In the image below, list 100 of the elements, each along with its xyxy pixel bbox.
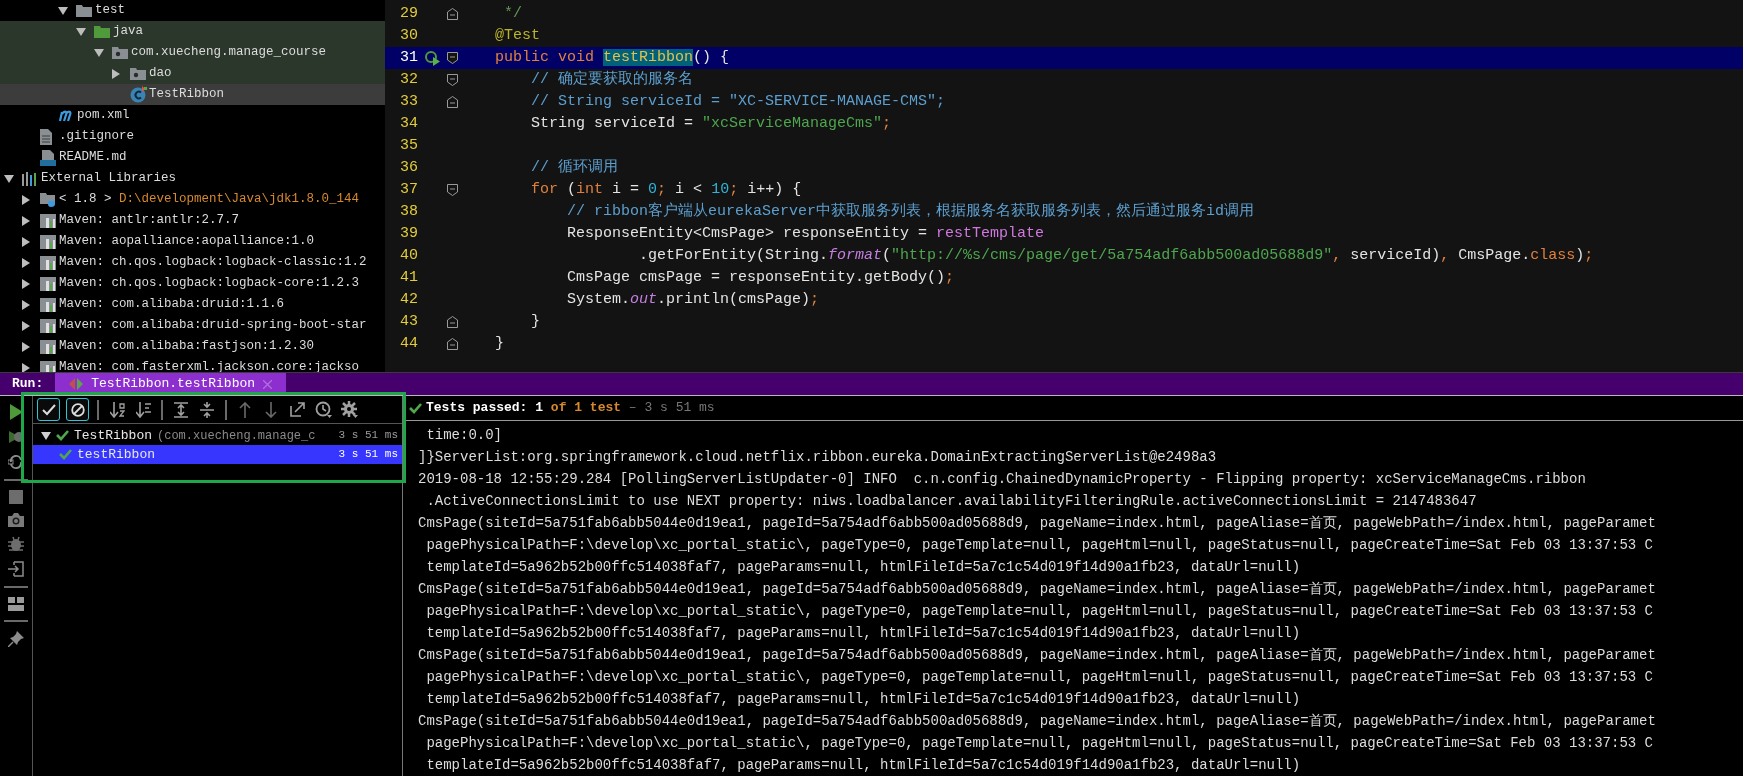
library-icon [40,339,56,354]
pin-icon[interactable] [8,631,24,647]
show-passed-toggle[interactable] [37,398,60,421]
console-line: CmsPage(siteId=5a751fab6abb5044e0d19ea1, pageId=5a754adf6abb500ad05688d9, pageName=index.html, pageAliase=首页, pageWebPath=/index.html, pageParamet [418,645,1656,665]
layout-icon[interactable] [8,597,24,611]
tab-label: TestRibbon.testRibbon [91,375,256,394]
caret-down-icon[interactable] [76,27,86,36]
camera-icon[interactable] [8,513,24,527]
tree-item[interactable]: Maven: ch.qos.logback:logback-classic:1.2 [0,252,385,273]
settings-icon[interactable] [340,401,358,418]
caret-right-icon[interactable] [22,362,30,372]
caret-right-icon[interactable] [22,299,30,310]
code-line: // 确定要获取的服务名 [530,69,694,90]
caret-right-icon[interactable] [22,215,30,226]
fold-icon[interactable] [447,8,458,20]
fold-icon[interactable] [447,52,458,64]
console-line: CmsPage(siteId=5a751fab6abb5044e0d19ea1, pageId=5a754adf6abb500ad05688d9, pageName=index.html, pageAliase=首页, pageWebPath=/index.html, pageParamet [418,579,1656,599]
caret-down-icon[interactable] [4,174,14,183]
line-number: 41 [399,267,418,288]
caret-right-icon[interactable] [22,194,30,205]
code-line: // 循环调用 [530,157,619,178]
tree-item[interactable]: README.md [0,147,385,168]
show-ignored-toggle[interactable] [66,398,89,421]
libraries-icon [22,171,38,186]
caret-right-icon[interactable] [22,341,30,352]
library-icon [40,276,56,291]
caret-down-icon[interactable] [58,6,68,15]
library-icon [40,234,56,249]
tree-item[interactable]: com.xuecheng.manage_course [0,42,385,63]
code-line: } [494,333,504,354]
console-line: 2019-08-18 12:55:29.284 [PollingServerListUpdater-0] INFO c.n.config.ChainedDynamicProperty - Flipping property: xcServiceManageCms.ribbon [418,469,1586,489]
library-icon [40,318,56,333]
console-line: pagePhysicalPath=F:\develop\xc_portal_static\, pageType=0, pageTemplate=null, pageHtml=null, pageStatus=null, pageCreateTime=Sat Feb 03 13:37:53 C [425,535,1653,555]
tree-item[interactable]: Maven: ch.qos.logback:logback-core:1.2.3 [0,273,385,294]
run-icon[interactable] [9,404,23,420]
tree-item[interactable]: TestRibbon [0,84,385,105]
caret-down-icon[interactable] [94,48,104,57]
caret-right-icon[interactable] [22,236,30,247]
expand-all-icon[interactable] [174,401,188,418]
caret-right-icon[interactable] [22,257,30,268]
markdown-file-icon [40,149,56,166]
console-line: templateId=5a962b52b00ffc514038faf7, pageParams=null, htmlFileId=5a7c1c54d019f14d90a1fb23, dataUrl=null) [425,755,1301,775]
line-number: 34 [399,113,418,134]
tree-item[interactable]: pom.xml [0,105,385,126]
code-line: .getForEntity(String.format("http://%s/cms/page/get/5a754adf6abb500ad05688d9", serviceId), CmsPage.class); [638,245,1594,266]
line-number: 33 [399,91,418,112]
tree-item[interactable]: Maven: com.alibaba:druid:1.1.6 [0,294,385,315]
line-number: 36 [399,157,418,178]
tree-item[interactable]: java [0,21,385,42]
export-icon[interactable] [289,402,305,417]
tree-item[interactable]: test [0,0,385,21]
clock-icon[interactable] [314,401,332,418]
sort-by-duration-icon[interactable] [135,401,151,418]
import-icon[interactable] [8,561,24,577]
refresh-icon[interactable] [8,454,24,470]
down-arrow-icon[interactable] [265,401,277,418]
fold-icon[interactable] [447,184,458,196]
tree-item[interactable]: Maven: aopalliance:aopalliance:1.0 [0,231,385,252]
run-test-icon[interactable] [424,50,440,66]
tree-item[interactable]: dao [0,63,385,84]
console-line: pagePhysicalPath=F:\develop\xc_portal_static\, pageType=0, pageTemplate=null, pageHtml=null, pageStatus=null, pageCreateTime=Sat Feb 03 13:37:53 C [425,667,1653,687]
fold-icon[interactable] [447,338,458,350]
test-tree-item[interactable]: testRibbon 3 s 51 ms [33,445,402,464]
console-line: pagePhysicalPath=F:\develop\xc_portal_static\, pageType=0, pageTemplate=null, pageHtml=null, pageStatus=null, pageCreateTime=Sat Feb 03 13:37:53 C [425,601,1653,621]
rerun-failed-icon[interactable] [8,429,24,445]
tree-item[interactable]: .gitignore [0,126,385,147]
line-number: 37 [399,179,418,200]
console-line: .ActiveConnectionsLimit to use NEXT property: niws.loadbalancer.availabilityFilteringRule.activeConnectionsLimit = 2147483647 [425,491,1477,511]
caret-right-icon[interactable] [22,278,30,289]
fold-icon[interactable] [447,74,458,86]
console-line: CmsPage(siteId=5a751fab6abb5044e0d19ea1, pageId=5a754adf6abb500ad05688d9, pageName=index.html, pageAliase=首页, pageWebPath=/index.html, pageParamet [418,711,1656,731]
fold-icon[interactable] [447,96,458,108]
test-config-icon [69,378,84,390]
line-number: 44 [399,333,418,354]
code-line: ResponseEntity<CmsPage> responseEntity = restTemplate [566,223,1045,244]
caret-right-icon[interactable] [22,320,30,331]
caret-right-icon[interactable] [112,68,120,79]
console-line: pagePhysicalPath=F:\develop\xc_portal_static\, pageType=0, pageTemplate=null, pageHtml=null, pageStatus=null, pageCreateTime=Sat Feb 03 13:37:53 C [425,733,1653,753]
package-icon [112,46,128,59]
tree-item[interactable]: Maven: com.alibaba:druid-spring-boot-star [0,315,385,336]
tree-item[interactable]: < 1.8 > D:\development\Java\jdk1.8.0_144 [0,189,385,210]
test-tree-item[interactable]: TestRibbon (com.xuecheng.manage_c 3 s 51 ms [33,426,402,445]
caret-down-icon[interactable] [41,431,51,440]
tree-item[interactable]: Maven: antlr:antlr:2.7.7 [0,210,385,231]
line-number: 30 [399,25,418,46]
tree-item[interactable]: External Libraries [0,168,385,189]
console-line: time:0.0] [425,425,502,445]
fold-icon[interactable] [447,316,458,328]
run-tab[interactable]: TestRibbon.testRibbon [55,373,287,395]
bug-icon[interactable] [8,536,24,552]
console-line: templateId=5a962b52b00ffc514038faf7, pageParams=null, htmlFileId=5a7c1c54d019f14d90a1fb23, dataUrl=null) [425,557,1301,577]
code-line: @Test [494,25,540,46]
collapse-all-icon[interactable] [200,401,214,418]
code-line: String serviceId = "xcServiceManageCms"; [530,113,892,134]
code-line: CmsPage cmsPage = responseEntity.getBody(); [566,267,955,288]
code-line: System.out.println(cmsPage); [566,289,820,310]
sort-alphabetical-icon[interactable] [109,401,125,418]
code-line: public void testRibbon() { [494,47,730,68]
up-arrow-icon[interactable] [239,401,251,418]
tree-item[interactable]: Maven: com.alibaba:fastjson:1.2.30 [0,336,385,357]
